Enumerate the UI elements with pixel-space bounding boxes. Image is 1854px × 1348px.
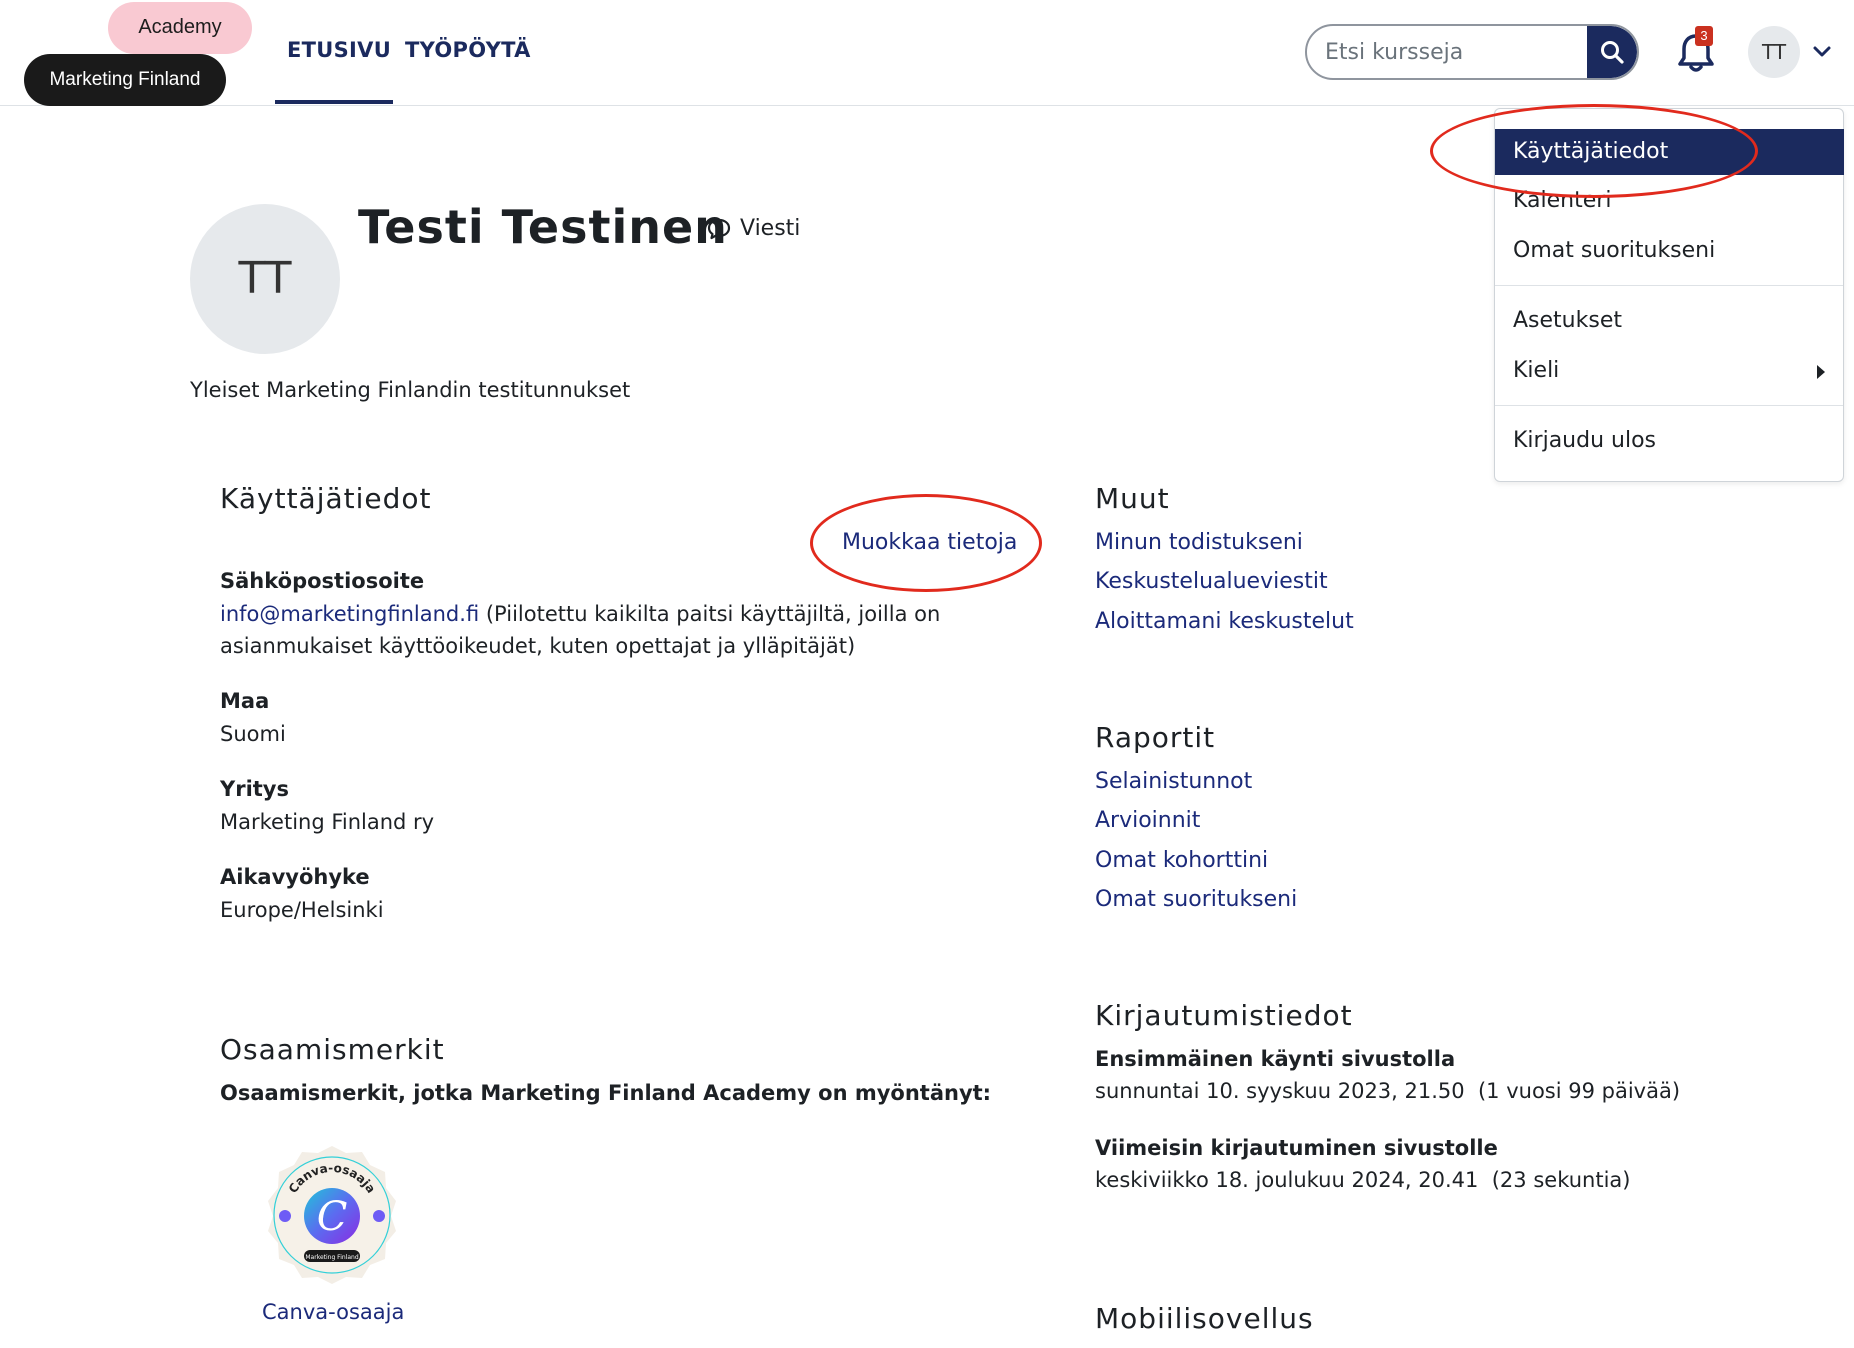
caret-right-icon [1817, 365, 1825, 379]
menu-item-language-label: Kieli [1513, 358, 1560, 383]
message-label: Viesti [740, 216, 801, 241]
nav-home-link[interactable]: ETUSIVU [287, 38, 391, 62]
message-button[interactable]: Viesti [706, 216, 800, 241]
email-value: info@marketingfinland.fi (Piilotettu kai… [220, 598, 1000, 662]
company-value: Marketing Finland ry [220, 810, 435, 834]
edit-profile-link[interactable]: Muokkaa tietoja [842, 530, 1017, 555]
email-note: (Piilotettu kaikilta paitsi käyttäjiltä,… [479, 602, 941, 626]
email-link[interactable]: info@marketingfinland.fi [220, 602, 479, 626]
company-label: Yritys [220, 777, 289, 801]
menu-item-language[interactable]: Kieli [1495, 348, 1843, 394]
reports-title: Raportit [1095, 721, 1216, 754]
country-label: Maa [220, 689, 270, 713]
link-my-grades[interactable]: Omat suoritukseni [1095, 887, 1297, 912]
chevron-down-icon[interactable] [1812, 44, 1832, 60]
nav-active-indicator [275, 100, 393, 104]
country-value: Suomi [220, 722, 286, 746]
menu-item-my-grades[interactable]: Omat suoritukseni [1495, 228, 1843, 274]
search-input[interactable] [1307, 26, 1587, 78]
menu-item-profile[interactable]: Käyttäjätiedot [1495, 129, 1844, 175]
link-grades-overview[interactable]: Arvioinnit [1095, 808, 1200, 833]
badge-name-link[interactable]: Canva-osaaja [262, 1300, 404, 1324]
misc-title: Muut [1095, 482, 1170, 515]
menu-item-calendar[interactable]: Kalenteri [1495, 178, 1843, 224]
navbar: Academy Marketing Finland ETUSIVU TYÖPÖY… [0, 0, 1854, 106]
user-details-title: Käyttäjätiedot [220, 482, 432, 515]
notification-count-badge: 3 [1695, 26, 1713, 46]
login-activity-title: Kirjautumistiedot [1095, 999, 1353, 1032]
badges-title: Osaamismerkit [220, 1033, 445, 1066]
search-icon [1601, 41, 1624, 64]
menu-item-preferences[interactable]: Asetukset [1495, 298, 1843, 344]
timezone-label: Aikavyöhyke [220, 865, 370, 889]
canva-badge-image[interactable]: Canva-osaaja C Marketing Finland [262, 1144, 402, 1284]
logo-brand-label: Marketing Finland [24, 54, 226, 106]
link-browser-sessions[interactable]: Selainistunnot [1095, 769, 1252, 794]
badge-logo-letter: C [317, 1194, 348, 1240]
profile-avatar: TT [190, 204, 340, 354]
first-access-label: Ensimmäinen käynti sivustolla [1095, 1047, 1456, 1071]
email-label: Sähköpostiosoite [220, 569, 425, 593]
nav-dashboard-link[interactable]: TYÖPÖYTÄ [405, 38, 531, 62]
link-forum-posts[interactable]: Keskustelualueviestit [1095, 569, 1328, 594]
user-menu-avatar[interactable]: TT [1748, 26, 1800, 78]
mobile-app-title: Mobiilisovellus [1095, 1302, 1314, 1335]
first-access-value: sunnuntai 10. syyskuu 2023, 21.50 (1 vuo… [1095, 1079, 1681, 1103]
user-dropdown-menu: Käyttäjätiedot Kalenteri Omat suoritukse… [1494, 108, 1844, 482]
profile-name: Testi Testinen [358, 200, 728, 254]
badge-footer-text: Marketing Finland [305, 1254, 358, 1261]
menu-divider [1495, 285, 1843, 286]
search-button[interactable] [1587, 26, 1637, 78]
link-my-certificates[interactable]: Minun todistukseni [1095, 530, 1303, 555]
last-access-label: Viimeisin kirjautuminen sivustolle [1095, 1136, 1498, 1160]
site-logo[interactable]: Academy Marketing Finland [24, 2, 254, 106]
email-note-continued: asianmukaiset käyttöoikeudet, kuten opet… [220, 634, 856, 658]
menu-item-logout[interactable]: Kirjaudu ulos [1495, 418, 1843, 464]
badges-subtitle: Osaamismerkit, jotka Marketing Finland A… [220, 1081, 992, 1105]
logo-academy-label: Academy [108, 2, 252, 64]
speech-bubble-icon [707, 218, 731, 239]
link-my-cohorts[interactable]: Omat kohorttini [1095, 848, 1268, 873]
profile-description: Yleiset Marketing Finlandin testitunnuks… [190, 378, 631, 402]
menu-divider [1495, 405, 1843, 406]
link-started-discussions[interactable]: Aloittamani keskustelut [1095, 609, 1354, 634]
timezone-value: Europe/Helsinki [220, 898, 384, 922]
last-access-value: keskiviikko 18. joulukuu 2024, 20.41 (23… [1095, 1168, 1631, 1192]
course-search [1305, 24, 1639, 80]
